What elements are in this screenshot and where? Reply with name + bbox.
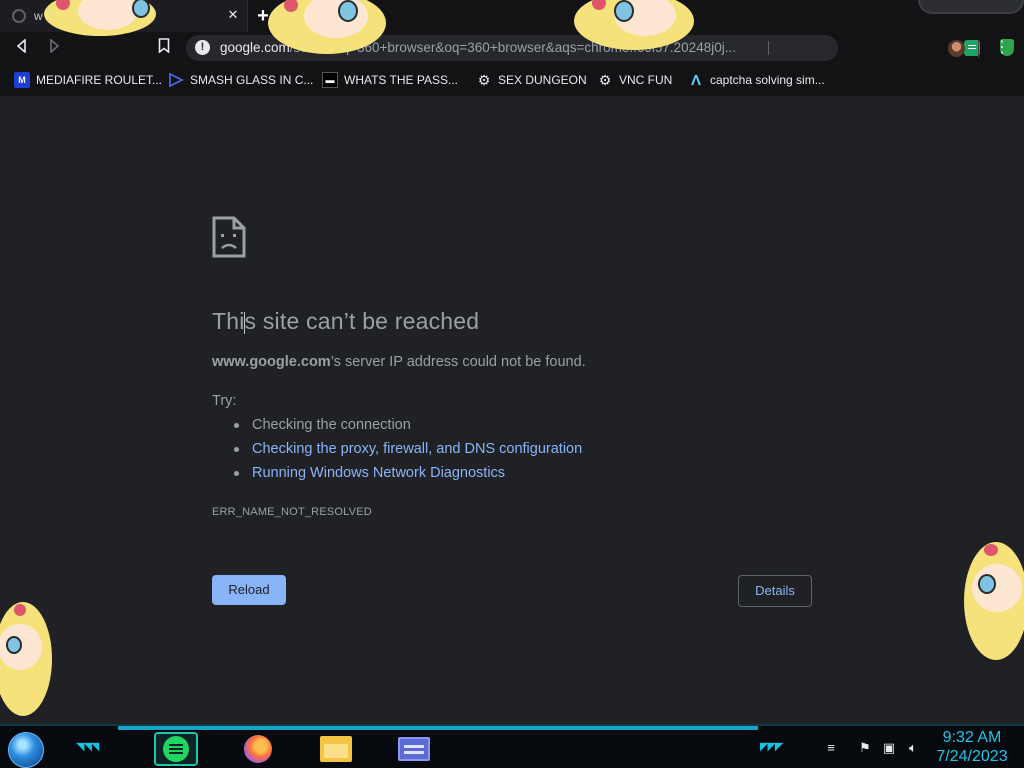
error-code: ERR_NAME_NOT_RESOLVED bbox=[212, 506, 372, 518]
mascot-sticker bbox=[38, 0, 160, 40]
back-button[interactable] bbox=[12, 38, 32, 58]
lambda-icon: Λ bbox=[690, 71, 701, 89]
sad-page-icon bbox=[212, 216, 246, 258]
error-description: www.google.com’s server IP address could… bbox=[212, 354, 586, 370]
mascot-sticker bbox=[574, 0, 698, 54]
bookmark-star-button[interactable] bbox=[154, 38, 174, 58]
bookmarks-bar: M MEDIAFIRE ROULET... SMASH GLASS IN C..… bbox=[0, 64, 1024, 96]
clock-date[interactable]: 7/24/2023 bbox=[930, 748, 1014, 766]
globe-icon bbox=[12, 9, 26, 23]
toolbar-divider bbox=[978, 40, 979, 58]
screen: w ✕ + ! google.com/search?q=360+browser&… bbox=[0, 0, 1024, 768]
browser-menu-button[interactable]: ⋮ bbox=[994, 38, 1010, 58]
suggestion-check-connection: Checking the connection bbox=[232, 416, 582, 440]
error-title: This site can’t be reached bbox=[212, 308, 480, 334]
action-center-flag-icon[interactable]: ⚑ bbox=[856, 740, 874, 756]
site-info-icon[interactable]: ! bbox=[195, 40, 210, 55]
taskbar-app-window[interactable] bbox=[392, 732, 436, 766]
mascot-sticker bbox=[962, 538, 1024, 662]
forward-button[interactable] bbox=[44, 38, 64, 58]
volume-icon[interactable]: 🔈︎ bbox=[904, 740, 922, 756]
try-label: Try: bbox=[212, 393, 237, 409]
forward-arrow-icon bbox=[50, 38, 60, 54]
suggestion-network-diagnostics-link[interactable]: Running Windows Network Diagnostics bbox=[232, 464, 582, 488]
reload-button[interactable]: Reload bbox=[212, 575, 286, 605]
spotify-icon bbox=[163, 736, 189, 762]
bookmark-icon bbox=[158, 38, 170, 54]
details-button[interactable]: Details bbox=[738, 575, 812, 607]
gear-icon: ⚙ bbox=[477, 71, 491, 88]
error-description-text: ’s server IP address could not be found. bbox=[330, 354, 586, 370]
close-tab-button[interactable]: ✕ bbox=[224, 5, 242, 25]
taskbar-app-explorer[interactable] bbox=[314, 732, 358, 766]
taskbar: ◥◥◥ ◤◤◤ ≡ ⚑ ▣ 🔈︎ 9:32 AM 7/24/2023 bbox=[0, 724, 1024, 768]
chevron-decoration-icon: ◥◥◥ bbox=[76, 741, 99, 753]
bookmark-item[interactable]: SMASH GLASS IN C... bbox=[168, 70, 313, 90]
bookmark-label: captcha solving sim... bbox=[710, 73, 825, 87]
mascot-sticker bbox=[268, 0, 390, 58]
bookmark-label: WHATS THE PASS... bbox=[344, 73, 459, 87]
mascot-sticker bbox=[0, 598, 54, 722]
file-explorer-icon bbox=[320, 736, 352, 762]
smash-glass-icon bbox=[168, 72, 184, 88]
bookmark-item[interactable]: ⚙ SEX DUNGEON bbox=[476, 70, 587, 90]
bookmark-item[interactable]: M MEDIAFIRE ROULET... bbox=[14, 70, 162, 90]
error-page: This site can’t be reached www.google.co… bbox=[0, 96, 1024, 724]
suggestion-check-proxy-link[interactable]: Checking the proxy, firewall, and DNS co… bbox=[232, 440, 582, 464]
taskbar-glow bbox=[118, 726, 758, 730]
bookmark-item[interactable]: ⚙ VNC FUN bbox=[597, 70, 673, 90]
error-host: www.google.com bbox=[212, 354, 331, 370]
gear-icon: ⚙ bbox=[598, 71, 612, 88]
suggestion-list: Checking the connection Checking the pro… bbox=[232, 416, 582, 488]
mediafire-icon: M bbox=[14, 72, 30, 88]
text-cursor-icon bbox=[244, 312, 248, 334]
omnibox-divider bbox=[768, 41, 769, 55]
firefox-icon bbox=[244, 735, 272, 763]
back-arrow-icon bbox=[16, 38, 26, 54]
bookmark-item[interactable]: Λ captcha solving sim... bbox=[688, 70, 825, 90]
bookmark-label: SMASH GLASS IN C... bbox=[190, 73, 314, 87]
bookmark-item[interactable]: ▬ WHATS THE PASS... bbox=[322, 70, 458, 90]
profile-avatar[interactable] bbox=[948, 40, 965, 57]
taskbar-app-firefox[interactable] bbox=[236, 732, 280, 766]
chevron-decoration-icon: ◤◤◤ bbox=[760, 741, 783, 753]
bookmark-label: VNC FUN bbox=[619, 73, 673, 87]
bookmark-label: MEDIAFIRE ROULET... bbox=[36, 73, 163, 87]
start-button[interactable] bbox=[8, 732, 44, 768]
window-frame-decoration bbox=[918, 0, 1024, 14]
show-hidden-icons-icon[interactable]: ≡ bbox=[822, 740, 840, 756]
dark-tile-icon: ▬ bbox=[322, 72, 338, 88]
network-icon[interactable]: ▣ bbox=[880, 740, 898, 756]
clock-time[interactable]: 9:32 AM bbox=[930, 729, 1014, 747]
taskbar-app-spotify[interactable] bbox=[154, 732, 198, 766]
window-app-icon bbox=[398, 737, 430, 761]
bookmark-label: SEX DUNGEON bbox=[498, 73, 587, 87]
